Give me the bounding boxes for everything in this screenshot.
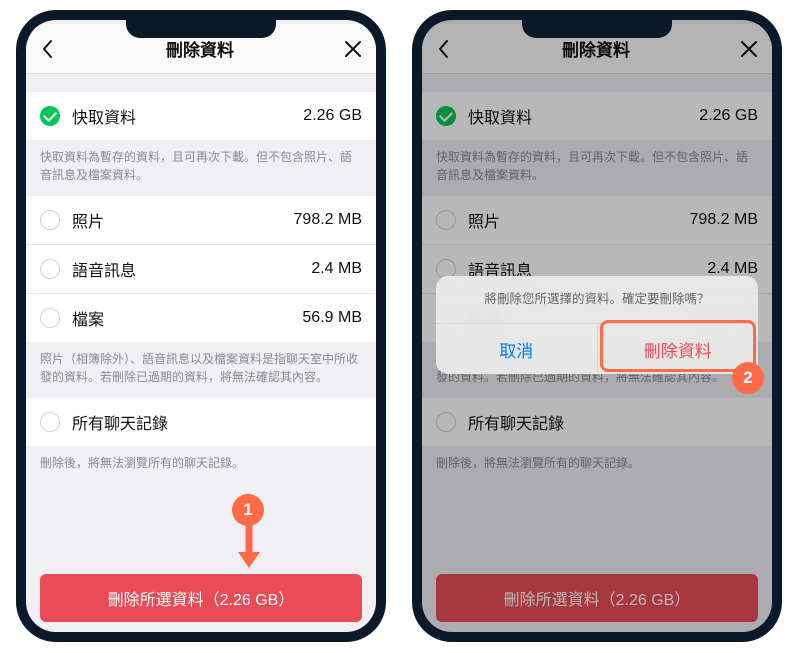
sheet-message: 將刪除您所選擇的資料。確定要刪除嗎？	[436, 276, 758, 324]
section-media: 照片 798.2 MB 語音訊息 2.4 MB 檔案 56.9 MB	[26, 196, 376, 342]
radio-icon[interactable]	[40, 308, 60, 328]
page-title: 刪除資料	[166, 36, 234, 61]
step-badge-2: 2	[732, 362, 764, 394]
cancel-button[interactable]: 取消	[436, 324, 598, 374]
value-voice: 2.4 MB	[311, 260, 362, 278]
row-photos[interactable]: 照片 798.2 MB	[26, 196, 376, 245]
label-voice: 語音訊息	[72, 257, 311, 281]
section-cache: 快取資料 2.26 GB	[26, 92, 376, 140]
confirm-sheet: 將刪除您所選擇的資料。確定要刪除嗎？ 取消 刪除資料	[436, 276, 758, 374]
phone-right: 刪除資料 快取資料 2.26 GB 快取資料為暫存的資料，且可再次下載。但不包含…	[412, 10, 782, 642]
back-icon[interactable]	[40, 39, 56, 59]
phone-left: 刪除資料 快取資料 2.26 GB 快取資料為暫存的資料，且可再次下載。但不包含…	[16, 10, 386, 642]
radio-icon[interactable]	[40, 210, 60, 230]
note-files: 照片（相簿除外）、語音訊息以及檔案資料是指聊天室中所收發的資料。若刪除已過期的資…	[26, 342, 376, 398]
row-chats[interactable]: 所有聊天記錄	[26, 398, 376, 446]
section-chats: 所有聊天記錄	[26, 398, 376, 446]
screen: 刪除資料 快取資料 2.26 GB 快取資料為暫存的資料，且可再次下載。但不包含…	[422, 20, 772, 632]
delete-button[interactable]: 刪除所選資料（2.26 GB）	[40, 574, 362, 622]
value-photos: 798.2 MB	[294, 211, 362, 229]
value-files: 56.9 MB	[302, 309, 362, 327]
label-cache: 快取資料	[72, 104, 303, 128]
note-chats: 刪除後，將無法瀏覽所有的聊天記錄。	[26, 446, 376, 484]
notch	[126, 20, 276, 38]
row-files[interactable]: 檔案 56.9 MB	[26, 294, 376, 342]
note-cache: 快取資料為暫存的資料，且可再次下載。但不包含照片、語音訊息及檔案資料。	[26, 140, 376, 196]
checkmark-icon[interactable]	[40, 106, 60, 126]
label-chats: 所有聊天記錄	[72, 410, 362, 434]
step-badge-1: 1	[232, 494, 264, 526]
label-photos: 照片	[72, 208, 294, 232]
radio-icon[interactable]	[40, 412, 60, 432]
radio-icon[interactable]	[40, 259, 60, 279]
delete-button-label: 刪除所選資料（2.26 GB）	[108, 586, 295, 610]
close-icon[interactable]	[344, 40, 362, 58]
value-cache: 2.26 GB	[303, 107, 362, 125]
confirm-delete-button[interactable]: 刪除資料	[598, 324, 759, 374]
row-cache[interactable]: 快取資料 2.26 GB	[26, 92, 376, 140]
label-files: 檔案	[72, 306, 302, 330]
notch	[522, 20, 672, 38]
screen: 刪除資料 快取資料 2.26 GB 快取資料為暫存的資料，且可再次下載。但不包含…	[26, 20, 376, 632]
row-voice[interactable]: 語音訊息 2.4 MB	[26, 245, 376, 294]
